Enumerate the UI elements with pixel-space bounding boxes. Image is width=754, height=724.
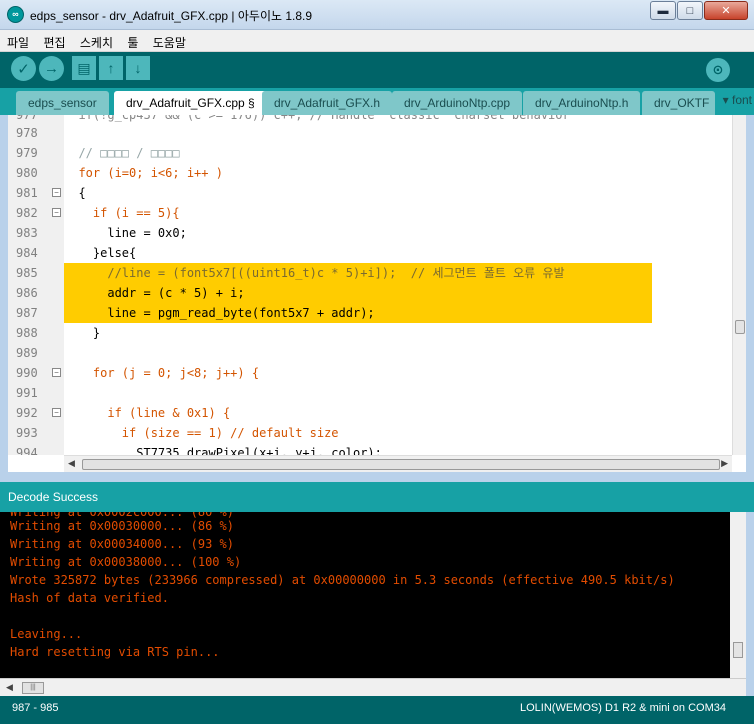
arduino-icon: ∞: [7, 6, 24, 23]
board-port-info: LOLIN(WEMOS) D1 R2 & mini on COM34: [520, 702, 726, 714]
console-line: Writing at 0x00038000... (100 %): [10, 555, 242, 569]
line-number: 983: [16, 226, 38, 240]
code-line-highlighted: line = pgm_read_byte(font5x7 + addr);: [64, 303, 652, 323]
fold-toggle-icon[interactable]: −: [52, 408, 61, 417]
verify-button[interactable]: ✓: [11, 56, 36, 81]
menu-file[interactable]: 파일: [0, 30, 33, 51]
fold-toggle-icon[interactable]: −: [52, 368, 61, 377]
line-number: 987: [16, 306, 38, 320]
tab-overflow-menu[interactable]: ▾ font: [723, 93, 752, 107]
line-number: 980: [16, 166, 38, 180]
editor-horizontal-scrollbar[interactable]: ◀ ▶: [64, 455, 732, 472]
editor-vertical-scrollbar[interactable]: [732, 115, 746, 455]
console-vertical-scrollbar[interactable]: [730, 512, 746, 678]
tab-drv-adafruit-gfx-cpp[interactable]: drv_Adafruit_GFX.cpp §: [114, 91, 267, 115]
console-line: Writing at 0x00034000... (93 %): [10, 537, 234, 551]
editor-horizontal-scroll-thumb[interactable]: [82, 459, 720, 470]
code-line: if (i == 5){: [64, 206, 180, 220]
line-number: 985: [16, 266, 38, 280]
tab-drv-arduinontp-cpp[interactable]: drv_ArduinoNtp.cpp: [392, 91, 523, 115]
maximize-button[interactable]: □: [677, 1, 703, 20]
scroll-right-icon[interactable]: ▶: [721, 458, 728, 469]
title-bar: ∞ edps_sensor - drv_Adafruit_GFX.cpp | 아…: [0, 0, 754, 30]
serial-monitor-button[interactable]: ⊙: [706, 58, 730, 82]
tab-bar: edps_sensor drv_Adafruit_GFX.cpp § drv_A…: [0, 88, 754, 115]
line-number: 989: [16, 346, 38, 360]
code-line: if (line & 0x1) {: [64, 406, 231, 420]
line-number: 994: [16, 446, 38, 455]
console-output[interactable]: Writing at 0x0002c000... (80 %) Writing …: [0, 512, 746, 678]
code-line: for (i=0; i<6; i++ ): [64, 166, 223, 180]
menu-tools[interactable]: 툴: [120, 30, 142, 51]
menu-edit[interactable]: 편집: [36, 30, 69, 51]
tab-drv-oktf[interactable]: drv_OKTF: [642, 91, 716, 115]
fold-toggle-icon[interactable]: −: [52, 208, 61, 217]
code-line: if(!g_cp437 && (c >= 176)) c++; // Handl…: [64, 115, 570, 122]
line-number-gutter: 977 978 979 980 981 − 982 − 983 984 985 …: [8, 115, 64, 455]
toolbar: ✓ → ▤ ↑ ↓ ⊙: [0, 52, 754, 88]
close-button[interactable]: ✕: [704, 1, 748, 20]
code-line: }: [64, 326, 101, 340]
line-number: 986: [16, 286, 38, 300]
window-title: edps_sensor - drv_Adafruit_GFX.cpp | 아두이…: [30, 9, 313, 23]
menu-sketch[interactable]: 스케치: [73, 30, 117, 51]
code-line-highlighted: //line = (font5x7[((uint16_t)c * 5)+i]);…: [64, 263, 652, 283]
line-number: 979: [16, 146, 38, 160]
line-number: 988: [16, 326, 38, 340]
menu-bar: 파일 편집 스케치 툴 도움말: [0, 30, 754, 52]
console-vertical-scroll-thumb[interactable]: [733, 642, 743, 658]
fold-toggle-icon[interactable]: −: [52, 188, 61, 197]
tab-edps-sensor[interactable]: edps_sensor: [16, 91, 109, 115]
minimize-button[interactable]: ▬: [650, 1, 676, 20]
footer-status-bar: 987 - 985 LOLIN(WEMOS) D1 R2 & mini on C…: [0, 696, 754, 724]
pane-divider[interactable]: [0, 472, 754, 482]
tab-drv-adafruit-gfx-h[interactable]: drv_Adafruit_GFX.h: [262, 91, 393, 115]
code-line: // □□□□ / □□□□: [64, 146, 180, 160]
code-line: {: [64, 186, 86, 200]
code-line: }else{: [64, 246, 137, 260]
code-line: if (size == 1) // default size: [64, 426, 339, 440]
open-sketch-button[interactable]: ↑: [99, 56, 123, 80]
status-message: Decode Success: [8, 490, 99, 504]
new-sketch-button[interactable]: ▤: [72, 56, 96, 80]
console-line: Wrote 325872 bytes (233966 compressed) a…: [10, 573, 675, 587]
console-line: Hash of data verified.: [10, 591, 169, 605]
cursor-line-range: 987 - 985: [12, 702, 59, 714]
scroll-left-icon[interactable]: ◀: [68, 458, 75, 469]
code-line-highlighted: addr = (c * 5) + i;: [64, 283, 652, 303]
window-controls: ▬ □ ✕: [649, 1, 748, 20]
code-line: ST7735_drawPixel(x+i, y+j, color);: [64, 446, 382, 455]
upload-button[interactable]: →: [39, 56, 64, 81]
console-line: Writing at 0x00030000... (86 %): [10, 519, 234, 533]
menu-help[interactable]: 도움말: [146, 30, 190, 51]
console-line: Hard resetting via RTS pin...: [10, 645, 220, 659]
code-line: line = 0x0;: [64, 226, 187, 240]
scroll-left-icon[interactable]: ◀: [6, 682, 13, 693]
editor-vertical-scroll-thumb[interactable]: [735, 320, 745, 334]
tab-drv-arduinontp-h[interactable]: drv_ArduinoNtp.h: [523, 91, 641, 115]
code-line: for (j = 0; j<8; j++) {: [64, 366, 260, 380]
save-sketch-button[interactable]: ↓: [126, 56, 150, 80]
line-number: 991: [16, 386, 38, 400]
line-number: 984: [16, 246, 38, 260]
line-number: 993: [16, 426, 38, 440]
console-horizontal-scrollbar[interactable]: ◀ |||: [0, 678, 746, 696]
line-number: 978: [16, 126, 38, 140]
code-area[interactable]: if(!g_cp437 && (c >= 176)) c++; // Handl…: [64, 115, 732, 455]
console-horizontal-scroll-thumb[interactable]: |||: [22, 682, 44, 694]
status-message-bar: Decode Success: [0, 482, 754, 512]
console-line: Leaving...: [10, 627, 83, 641]
code-editor[interactable]: 977 978 979 980 981 − 982 − 983 984 985 …: [8, 115, 746, 472]
